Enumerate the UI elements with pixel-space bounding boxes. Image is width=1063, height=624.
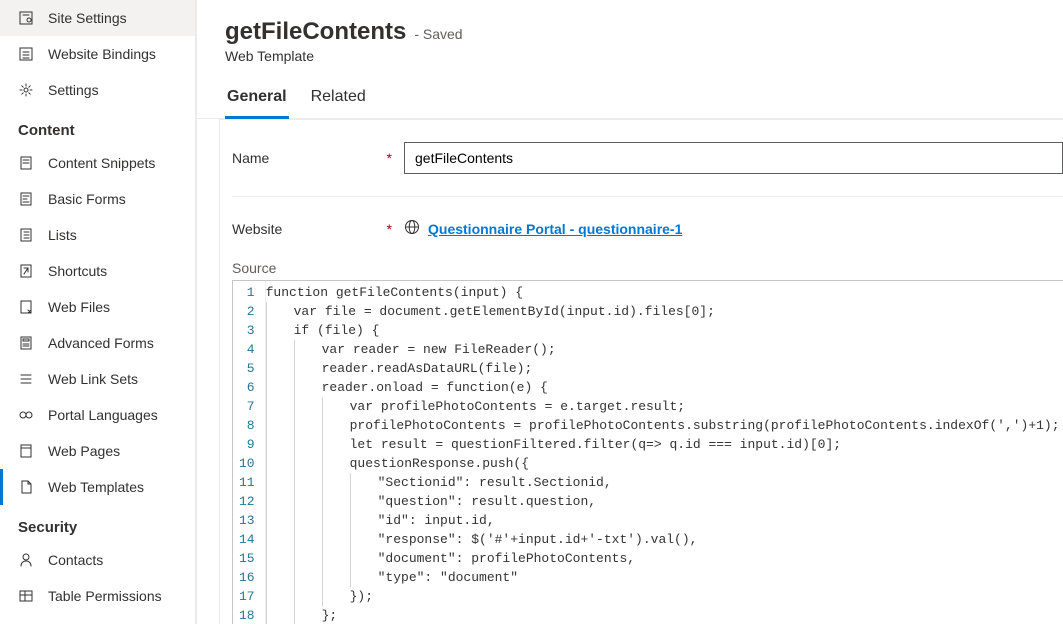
required-indicator: * (387, 150, 392, 166)
divider (232, 196, 1063, 197)
record-header: getFileContents - Saved Web Template (197, 0, 1063, 64)
sidebar-item-advanced-forms[interactable]: Advanced Forms (0, 325, 195, 361)
sidebar-item-web-templates[interactable]: Web Templates (0, 469, 195, 505)
webpage-icon (18, 443, 34, 459)
sidebar-item-web-files[interactable]: Web Files (0, 289, 195, 325)
tab-general[interactable]: General (225, 82, 289, 119)
sidebar: Site Settings Website Bindings Settings Co… (0, 0, 196, 624)
globe-icon (404, 219, 420, 238)
sidebar-item-contacts[interactable]: Contacts (0, 542, 195, 578)
name-input[interactable] (404, 142, 1063, 174)
advform-icon (18, 335, 34, 351)
field-name: Name * (232, 142, 1063, 174)
sidebar-item-label: Content Snippets (48, 155, 155, 171)
sidebar-item-label: Advanced Forms (48, 335, 154, 351)
website-link[interactable]: Questionnaire Portal - questionnaire-1 (404, 219, 1063, 238)
bindings-icon (18, 46, 34, 62)
sidebar-item-portal-languages[interactable]: Portal Languages (0, 397, 195, 433)
page-title: getFileContents (225, 18, 406, 46)
sidebar-item-content-snippets[interactable]: Content Snippets (0, 145, 195, 181)
save-status: - Saved (414, 26, 462, 42)
sidebar-item-label: Lists (48, 227, 77, 243)
sidebar-item-label: Web Files (48, 299, 110, 315)
shortcut-icon (18, 263, 34, 279)
tabs: General Related (197, 82, 1063, 119)
tab-related[interactable]: Related (309, 82, 368, 119)
line-gutter: 12345678910111213141516171819 (233, 281, 266, 624)
entity-type: Web Template (225, 48, 1035, 64)
field-website: Website * Questionnaire Portal - questio… (232, 219, 1063, 238)
sidebar-item-label: Web Link Sets (48, 371, 138, 387)
sidebar-item-label: Shortcuts (48, 263, 107, 279)
sidebar-item-table-permissions[interactable]: Table Permissions (0, 578, 195, 614)
person-icon (18, 552, 34, 568)
sidebar-item-site-settings[interactable]: Site Settings (0, 0, 195, 36)
table-perm-icon (18, 588, 34, 604)
sidebar-item-label: Web Templates (48, 479, 144, 495)
template-icon (18, 479, 34, 495)
sidebar-item-website-bindings[interactable]: Website Bindings (0, 36, 195, 72)
name-label: Name (232, 150, 387, 166)
snippet-icon (18, 155, 34, 171)
sidebar-section-security: Security (0, 505, 195, 542)
languages-icon (18, 407, 34, 423)
website-value: Questionnaire Portal - questionnaire-1 (428, 221, 682, 237)
sidebar-item-settings[interactable]: Settings (0, 72, 195, 108)
settings-panel-icon (18, 10, 34, 26)
list-icon (18, 227, 34, 243)
sidebar-section-content: Content (0, 108, 195, 145)
source-editor[interactable]: 12345678910111213141516171819 function g… (232, 280, 1063, 624)
sidebar-item-label: Website Bindings (48, 46, 156, 62)
webfile-icon (18, 299, 34, 315)
sidebar-item-label: Site Settings (48, 10, 127, 26)
sidebar-item-label: Settings (48, 82, 99, 98)
sidebar-item-web-link-sets[interactable]: Web Link Sets (0, 361, 195, 397)
sidebar-item-web-pages[interactable]: Web Pages (0, 433, 195, 469)
code-content[interactable]: function getFileContents(input) {var fil… (266, 281, 1060, 624)
sidebar-item-label: Web Pages (48, 443, 120, 459)
sidebar-item-basic-forms[interactable]: Basic Forms (0, 181, 195, 217)
website-label: Website (232, 221, 387, 237)
form-icon (18, 191, 34, 207)
sidebar-item-label: Basic Forms (48, 191, 126, 207)
source-label: Source (232, 260, 1063, 276)
main-panel: getFileContents - Saved Web Template Gen… (196, 0, 1063, 624)
sidebar-item-shortcuts[interactable]: Shortcuts (0, 253, 195, 289)
linkset-icon (18, 371, 34, 387)
sidebar-item-label: Contacts (48, 552, 103, 568)
required-indicator: * (387, 221, 392, 237)
sidebar-item-label: Table Permissions (48, 588, 162, 604)
sidebar-item-label: Portal Languages (48, 407, 158, 423)
gear-icon (18, 82, 34, 98)
sidebar-item-lists[interactable]: Lists (0, 217, 195, 253)
